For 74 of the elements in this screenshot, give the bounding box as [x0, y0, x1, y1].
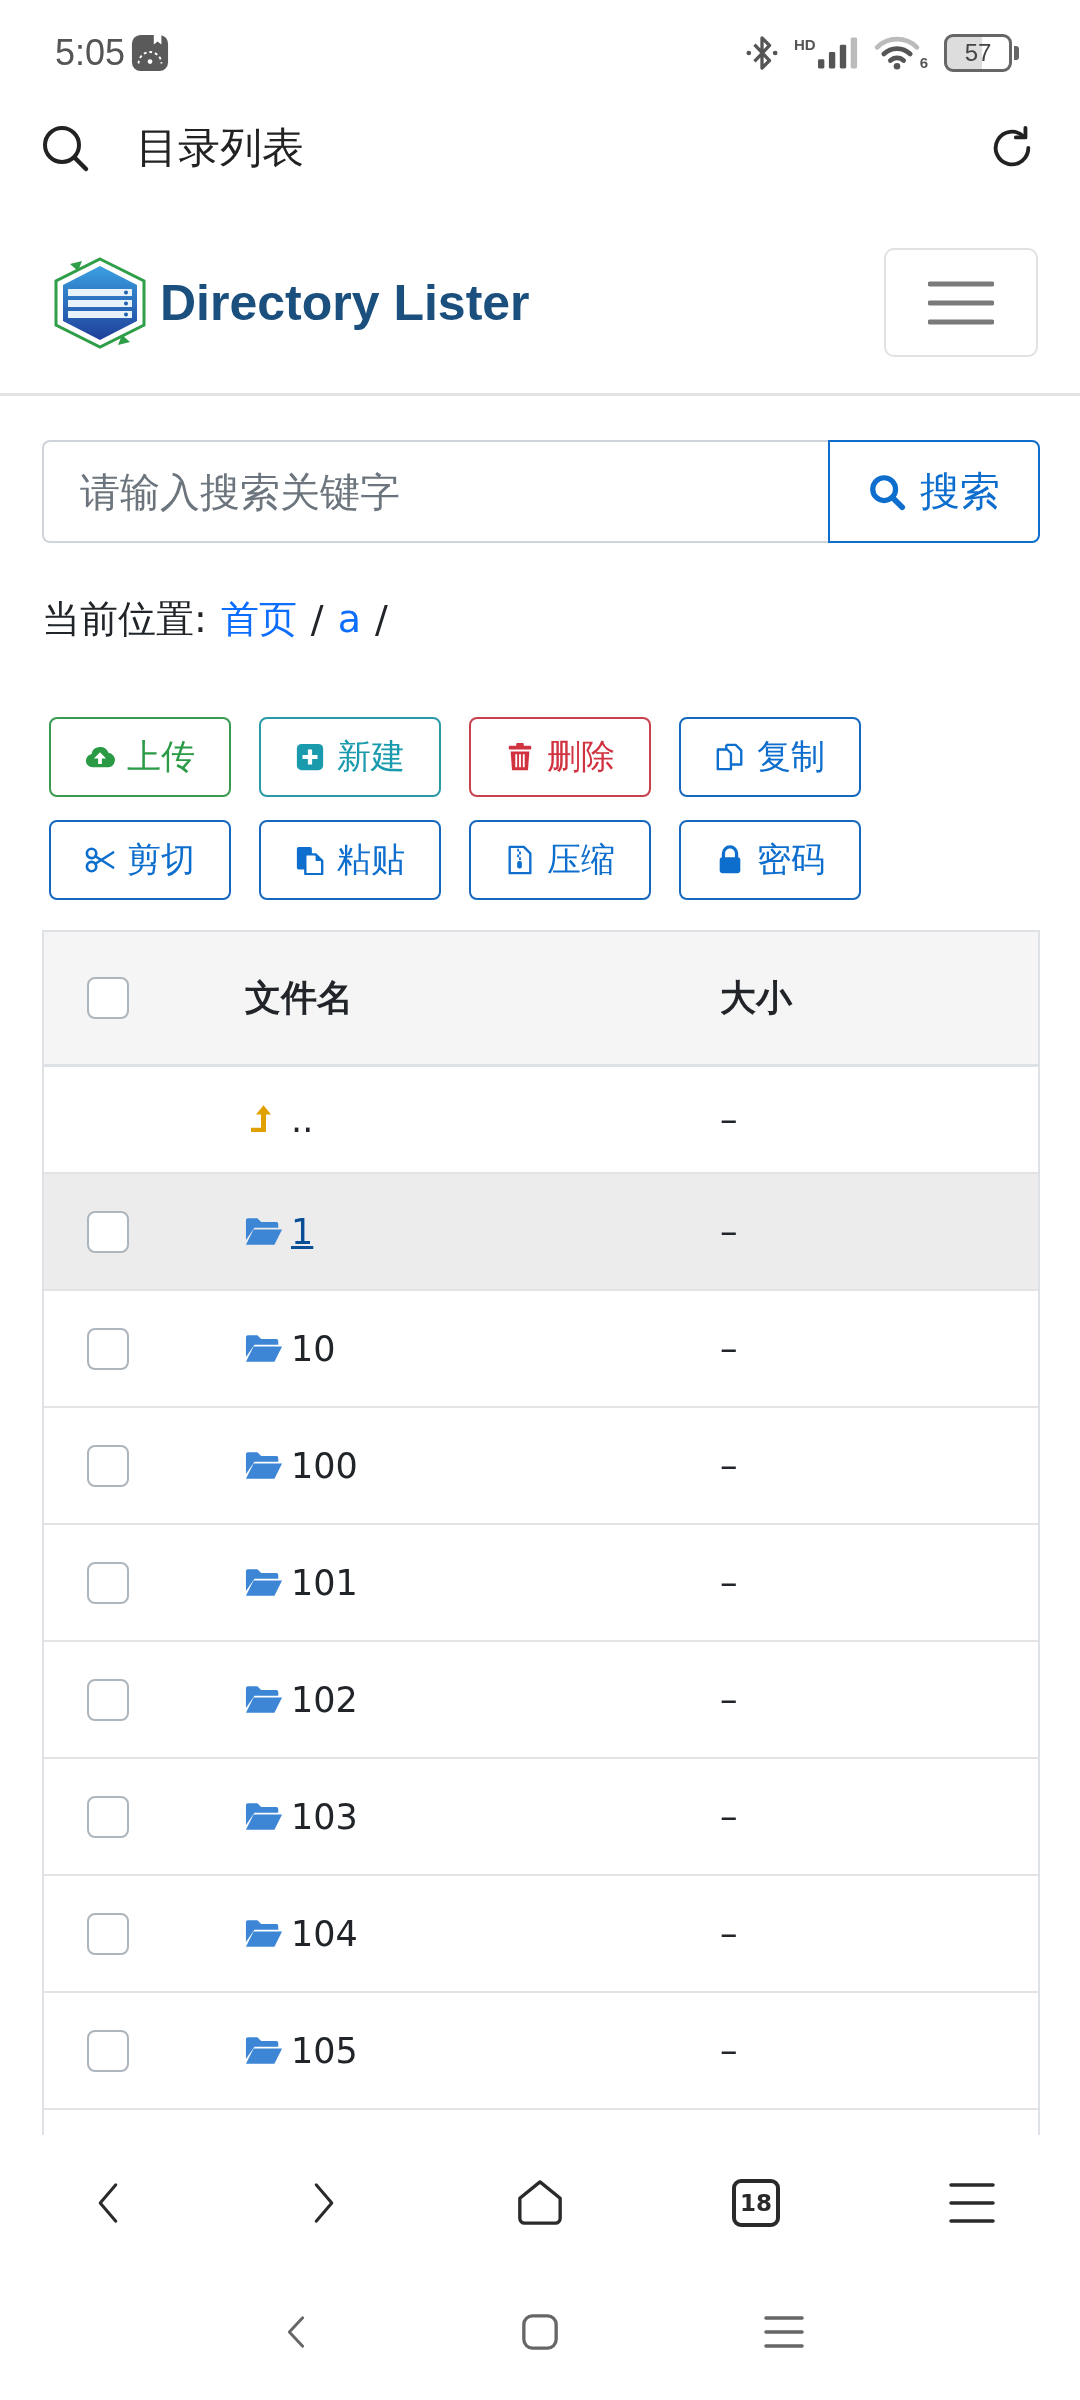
search-field[interactable]: 请输入搜索关键字 — [42, 440, 828, 543]
cut-button[interactable]: 剪切 — [49, 820, 231, 900]
open-folder-icon — [245, 1568, 283, 1597]
file-size: – — [720, 1328, 738, 1369]
password-button[interactable]: 密码 — [679, 820, 861, 900]
folder-link[interactable]: 101 — [291, 1562, 358, 1603]
menu-icon[interactable] — [949, 2181, 995, 2224]
checkbox[interactable] — [87, 1795, 129, 1838]
upload-button[interactable]: 上传 — [49, 717, 231, 797]
breadcrumb-link[interactable]: 首页 — [220, 591, 297, 647]
folder-link[interactable]: 1 — [291, 1211, 314, 1252]
search-icon — [868, 472, 906, 511]
folder-link[interactable]: 103 — [291, 1796, 358, 1837]
bluetooth-icon — [746, 33, 778, 72]
checkbox[interactable] — [87, 977, 129, 1019]
file-size: – — [720, 1211, 738, 1252]
wifi-icon — [873, 35, 920, 70]
tab-count-button[interactable]: 18 — [732, 2178, 780, 2227]
copy-button[interactable]: 复制 — [679, 717, 861, 797]
folder-link[interactable]: 100 — [291, 1445, 358, 1486]
parent-directory-link[interactable]: .. — [291, 1099, 314, 1140]
checkbox[interactable] — [87, 1210, 129, 1253]
wifi-standard-label: 6 — [919, 54, 928, 70]
checkbox[interactable] — [87, 1327, 129, 1370]
search-button[interactable]: 搜索 — [828, 440, 1040, 543]
checkbox[interactable] — [87, 1678, 129, 1721]
open-folder-icon — [245, 1685, 283, 1714]
checkbox[interactable] — [87, 1912, 129, 1955]
file-size: – — [720, 1913, 738, 1954]
menu-icon — [928, 279, 994, 326]
open-folder-icon — [245, 1802, 283, 1831]
page-title: 目录列表 — [136, 122, 304, 174]
checkbox[interactable] — [87, 1444, 129, 1487]
breadcrumb-separator: / — [374, 596, 388, 643]
scissors-icon — [85, 845, 115, 875]
folder-link[interactable]: 10 — [291, 1328, 336, 1369]
folder-link[interactable]: 102 — [291, 1679, 358, 1720]
compress-button[interactable]: 压缩 — [469, 820, 651, 900]
breadcrumb-separator: / — [310, 596, 324, 643]
checkbox[interactable] — [87, 2029, 129, 2072]
breadcrumb-label: 当前位置: — [42, 596, 207, 643]
gauge-icon — [131, 33, 170, 72]
file-size: – — [720, 2030, 738, 2071]
menu-button[interactable] — [884, 248, 1038, 357]
network-type-label: HD — [794, 36, 816, 52]
file-size: – — [720, 1679, 738, 1720]
checkbox[interactable] — [87, 1561, 129, 1604]
open-folder-icon — [245, 2036, 283, 2065]
column-header[interactable]: 文件名 — [245, 973, 353, 1023]
home-icon[interactable] — [516, 2178, 564, 2227]
open-folder-icon — [245, 1451, 283, 1480]
breadcrumb-link[interactable]: a — [337, 591, 361, 647]
plus-square-icon — [295, 742, 325, 772]
column-header[interactable]: 大小 — [720, 973, 792, 1023]
signal-icon — [817, 36, 858, 69]
folder-link[interactable]: 105 — [291, 2030, 358, 2071]
open-folder-icon — [245, 1334, 283, 1363]
highlighted-row[interactable]: 1 – — [44, 1174, 1038, 1291]
open-folder-icon — [245, 1919, 283, 1948]
clipboard-icon — [295, 845, 325, 875]
delete-button[interactable]: 删除 — [469, 717, 651, 797]
folder-link[interactable]: 104 — [291, 1913, 358, 1954]
battery-indicator: 57 — [944, 33, 1020, 72]
open-folder-icon — [245, 1217, 283, 1246]
file-size: – — [720, 1099, 738, 1140]
file-size: – — [720, 1796, 738, 1837]
brand-name[interactable]: Directory Lister — [160, 273, 530, 332]
copy-icon — [715, 742, 745, 772]
level-up-arrow-icon — [251, 1105, 271, 1134]
file-size: – — [720, 1445, 738, 1486]
paste-button[interactable]: 粘贴 — [259, 820, 441, 900]
status-time: 5:05 — [55, 31, 126, 74]
search-icon[interactable] — [40, 123, 90, 173]
file-size: – — [720, 1562, 738, 1603]
